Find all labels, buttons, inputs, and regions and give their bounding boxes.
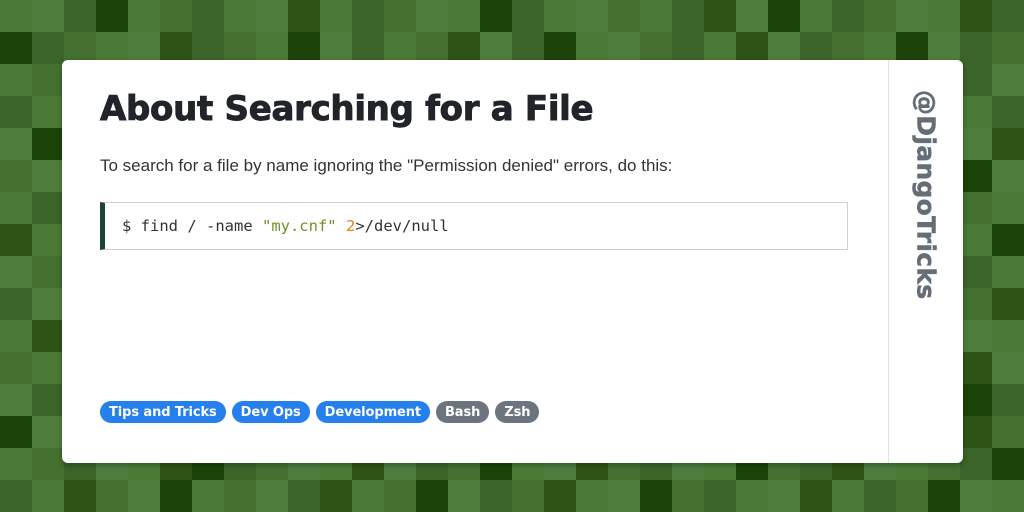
page-title: About Searching for a File: [100, 89, 594, 130]
social-handle-container: @DjangoTricks: [889, 60, 963, 463]
code-token-plain: >/dev/null: [355, 217, 449, 235]
tag-dev-ops[interactable]: Dev Ops: [231, 401, 310, 423]
article-card: About Searching for a File To search for…: [62, 60, 963, 463]
tag-tips-and-tricks[interactable]: Tips and Tricks: [100, 401, 226, 423]
code-token-number: 2: [345, 217, 356, 235]
article-main: About Searching for a File To search for…: [62, 60, 888, 463]
tag-bash[interactable]: Bash: [436, 401, 490, 423]
tag-zsh[interactable]: Zsh: [495, 401, 540, 423]
article-sidebar: @DjangoTricks: [888, 60, 963, 463]
article-intro-text: To search for a file by name ignoring th…: [100, 156, 673, 175]
code-token-plain: $ find / -name: [122, 217, 262, 235]
code-token-string: "my.cnf": [261, 217, 337, 235]
social-handle-label[interactable]: @DjangoTricks: [911, 90, 941, 300]
code-block[interactable]: $ find / -name "my.cnf" 2>/dev/null: [100, 202, 848, 250]
tag-list: Tips and Tricks Dev Ops Development Bash Zsh: [100, 401, 540, 423]
code-line: $ find / -name "my.cnf" 2>/dev/null: [122, 216, 449, 236]
tag-development[interactable]: Development: [315, 401, 430, 423]
